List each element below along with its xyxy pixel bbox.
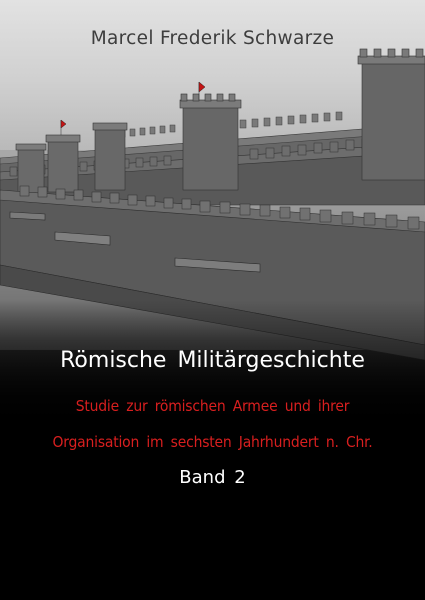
fortress-wall-illustration <box>0 48 425 600</box>
volume-label: Band 2 <box>179 467 246 488</box>
subtitle-line-1: Studie zur römischen Armee und ihrer <box>75 397 350 415</box>
book-cover: Marcel Frederik Schwarze Römische Militä… <box>0 0 425 600</box>
towers <box>15 48 425 194</box>
author-name: Marcel Frederik Schwarze <box>90 28 335 49</box>
subtitle-line-2: Organisation im sechsten Jahrhundert n. … <box>52 433 373 451</box>
book-title: Römische Militärgeschichte <box>60 348 365 373</box>
